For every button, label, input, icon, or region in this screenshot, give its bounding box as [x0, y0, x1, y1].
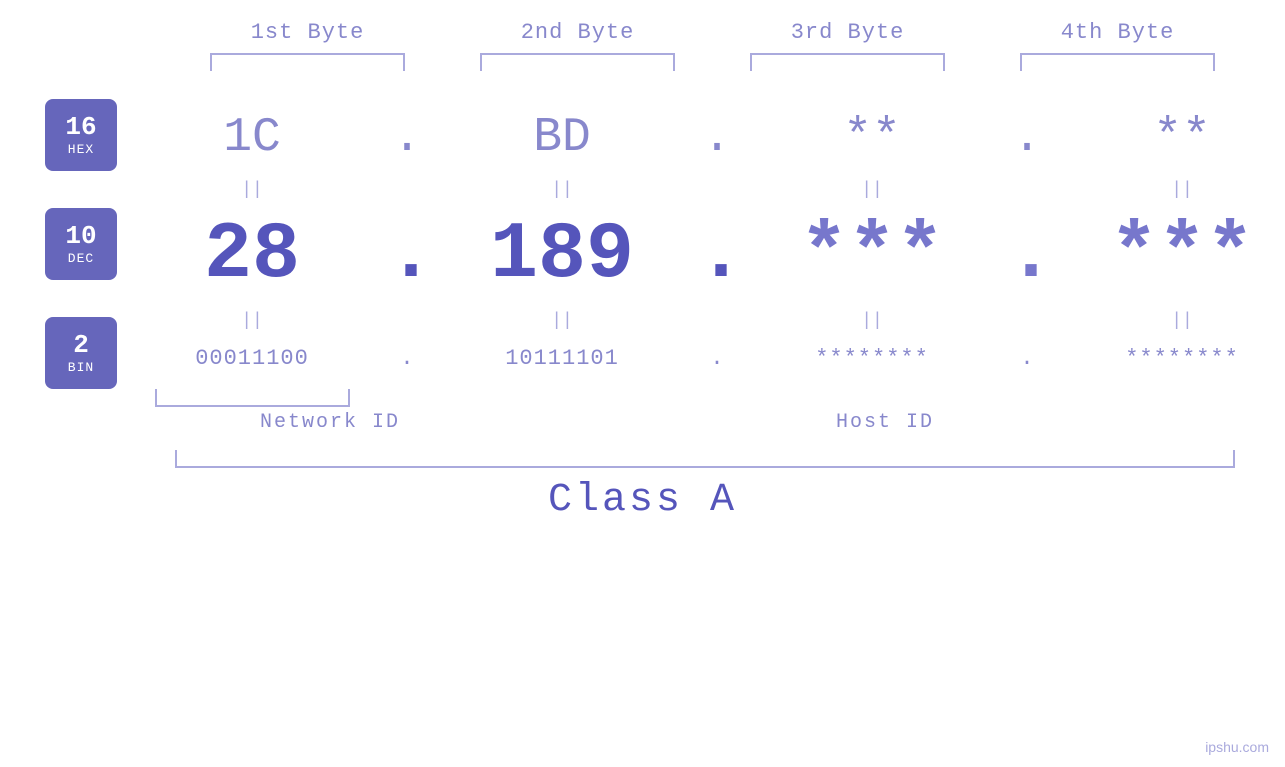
- equals-row-2: || || || ||: [117, 306, 1285, 336]
- bin-dot-2: .: [697, 336, 737, 381]
- hex-val-2: BD: [427, 101, 697, 175]
- eq2-2: ||: [427, 311, 697, 331]
- host-bracket-col-2: [427, 389, 697, 407]
- bin-badge-row: 2 BIN: [45, 319, 117, 387]
- class-label: Class A: [548, 478, 737, 523]
- hex-badge-row: 16 HEX: [45, 101, 117, 169]
- dec-badge-row: 10 DEC: [45, 199, 117, 289]
- dec-val-3: ***: [737, 205, 1007, 306]
- bin-val-4: ********: [1047, 336, 1285, 381]
- hex-badge-label: HEX: [68, 142, 94, 157]
- badges-column: 16 HEX 10 DEC 2 BIN: [45, 101, 117, 407]
- hex-badge-number: 16: [65, 113, 96, 142]
- dec-badge-label: DEC: [68, 251, 94, 266]
- byte-headers: 1st Byte 2nd Byte 3rd Byte 4th Byte: [0, 20, 1285, 45]
- bin-badge-label: BIN: [68, 360, 94, 375]
- bracket-top-3: [713, 53, 983, 71]
- hex-dot-3: .: [1007, 101, 1047, 175]
- bin-badge-number: 2: [73, 331, 89, 360]
- dec-badge: 10 DEC: [45, 208, 117, 280]
- dec-dot-3: .: [1007, 205, 1047, 306]
- hex-dot-2: .: [697, 101, 737, 175]
- network-bracket-col: [117, 389, 387, 407]
- full-bracket-area: [0, 450, 1285, 468]
- dec-val-1: 28: [117, 205, 387, 306]
- hex-badge: 16 HEX: [45, 99, 117, 171]
- bracket-top-2: [443, 53, 713, 71]
- eq-3: ||: [737, 180, 1007, 200]
- top-brackets: [0, 53, 1285, 71]
- bracket-line-1: [210, 53, 405, 71]
- equals-row-1: || || || ||: [117, 175, 1285, 205]
- network-id-label: Network ID: [175, 411, 485, 434]
- bracket-top-4: [983, 53, 1253, 71]
- byte-header-2: 2nd Byte: [443, 20, 713, 45]
- eq2-3: ||: [737, 311, 1007, 331]
- bin-row: 00011100 . 10111101 . ******** . *******…: [117, 336, 1285, 381]
- bin-val-3: ********: [737, 336, 1007, 381]
- badge-spacer-2: [45, 289, 117, 319]
- bin-badge: 2 BIN: [45, 317, 117, 389]
- content-area: 16 HEX 10 DEC 2 BIN: [0, 101, 1285, 407]
- eq-2: ||: [427, 180, 697, 200]
- dec-dot-1: .: [387, 205, 427, 306]
- watermark: ipshu.com: [1205, 739, 1269, 755]
- bracket-line-2: [480, 53, 675, 71]
- full-bracket-line: [175, 450, 1235, 468]
- hex-row: 1C . BD . ** . **: [117, 101, 1285, 175]
- host-bracket-col-3: [737, 389, 1007, 407]
- bin-val-2: 10111101: [427, 336, 697, 381]
- bin-dot-3: .: [1007, 336, 1047, 381]
- bin-val-1: 00011100: [117, 336, 387, 381]
- host-id-label: Host ID: [485, 411, 1285, 434]
- bracket-gap-2: [697, 389, 737, 407]
- byte-header-1: 1st Byte: [173, 20, 443, 45]
- hex-dot-1: .: [387, 101, 427, 175]
- dec-badge-number: 10: [65, 222, 96, 251]
- badge-spacer-1: [45, 169, 117, 199]
- main-container: 1st Byte 2nd Byte 3rd Byte 4th Byte 16 H…: [0, 0, 1285, 767]
- bracket-gap-3: [1007, 389, 1047, 407]
- bracket-line-3: [750, 53, 945, 71]
- hex-val-1: 1C: [117, 101, 387, 175]
- dec-dot-2: .: [697, 205, 737, 306]
- id-labels-row: Network ID Host ID: [0, 411, 1285, 434]
- bracket-gap-1: [387, 389, 427, 407]
- eq2-4: ||: [1047, 311, 1285, 331]
- hex-val-4: **: [1047, 101, 1285, 175]
- eq-1: ||: [117, 180, 387, 200]
- bracket-top-1: [173, 53, 443, 71]
- host-bracket-col-4: [1047, 389, 1285, 407]
- dec-val-2: 189: [427, 205, 697, 306]
- data-grid: 1C . BD . ** . ** || || || || 28: [117, 101, 1285, 407]
- dec-row: 28 . 189 . *** . ***: [117, 205, 1285, 306]
- class-label-row: Class A: [0, 478, 1285, 523]
- hex-val-3: **: [737, 101, 1007, 175]
- byte-header-4: 4th Byte: [983, 20, 1253, 45]
- bracket-line-4: [1020, 53, 1215, 71]
- network-bracket-line: [155, 389, 350, 407]
- byte-header-3: 3rd Byte: [713, 20, 983, 45]
- bin-dot-1: .: [387, 336, 427, 381]
- bottom-brackets: [117, 389, 1285, 407]
- eq-4: ||: [1047, 180, 1285, 200]
- dec-val-4: ***: [1047, 205, 1285, 306]
- eq2-1: ||: [117, 311, 387, 331]
